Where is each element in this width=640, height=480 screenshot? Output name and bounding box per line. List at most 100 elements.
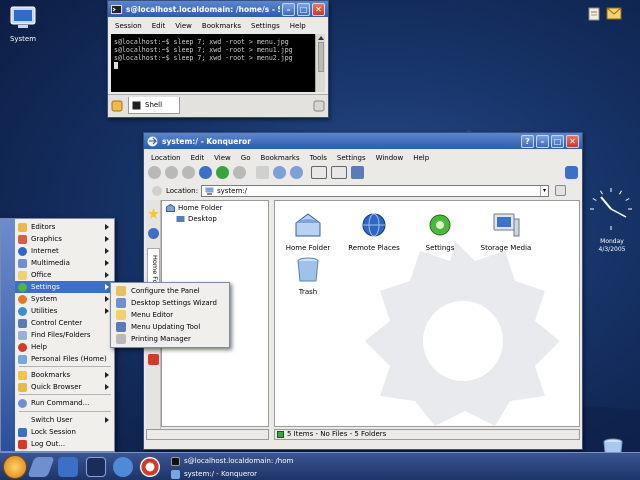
- item-trash[interactable]: Trash: [275, 255, 341, 296]
- submenu-item-menu-updating[interactable]: Menu Updating Tool: [113, 321, 228, 333]
- maximize-button[interactable]: □: [297, 2, 310, 16]
- utilities-icon: [18, 306, 27, 316]
- help-launcher-icon[interactable]: [140, 457, 160, 477]
- submenu-item-menu-editor[interactable]: Menu Editor: [113, 309, 228, 321]
- menu-edit[interactable]: Edit: [186, 154, 210, 162]
- kmenu-item-bookmarks[interactable]: Bookmarks: [15, 369, 115, 381]
- kde-start-menu[interactable]: Editors Graphics Internet Multimedia Off…: [0, 218, 115, 452]
- tab-shell[interactable]: Shell: [128, 97, 180, 114]
- kmail-icon[interactable]: [606, 5, 622, 21]
- item-remote-places[interactable]: Remote Places: [341, 211, 407, 252]
- konqueror-toolbar: [144, 162, 582, 182]
- terminal-launcher-icon[interactable]: [86, 457, 106, 477]
- kmenu-item-personal-files[interactable]: Personal Files (Home): [15, 353, 115, 365]
- minimize-button[interactable]: –: [282, 2, 295, 16]
- kmenu-item-internet[interactable]: Internet: [15, 245, 115, 257]
- menu-go[interactable]: Go: [236, 154, 256, 162]
- item-home-folder[interactable]: Home Folder: [275, 211, 341, 252]
- image-view-icon[interactable]: [351, 165, 364, 179]
- desktop-icon-system[interactable]: System: [0, 5, 46, 43]
- kmenu-item-system[interactable]: System: [15, 293, 115, 305]
- network-sidebar-icon[interactable]: [148, 354, 159, 365]
- kmenu-item-switch-user[interactable]: Switch User: [15, 414, 115, 426]
- kmenu-item-lock-session[interactable]: Lock Session: [15, 426, 115, 438]
- reload-icon[interactable]: [216, 165, 229, 179]
- clear-location-icon[interactable]: [152, 185, 162, 196]
- kmenu-item-settings[interactable]: Settings: [15, 281, 115, 293]
- kmenu-item-utilities[interactable]: Utilities: [15, 305, 115, 317]
- new-session-icon[interactable]: [111, 100, 123, 112]
- close-button[interactable]: ✕: [312, 2, 325, 16]
- show-desktop-icon[interactable]: [27, 457, 55, 477]
- konqueror-titlebar[interactable]: system:/ - Konqueror ? – □ ✕: [144, 133, 582, 149]
- menu-tools[interactable]: Tools: [305, 154, 332, 162]
- file-view[interactable]: Home Folder Remote Places Settings Stora…: [274, 200, 580, 427]
- konqueror-launcher-icon[interactable]: [58, 457, 78, 477]
- help-button[interactable]: ?: [521, 134, 534, 148]
- print-icon[interactable]: [256, 165, 269, 179]
- forward-icon[interactable]: [165, 165, 178, 179]
- close-session-icon[interactable]: [313, 100, 325, 112]
- home-icon[interactable]: [199, 165, 212, 179]
- terminal-scrollbar[interactable]: [315, 34, 325, 92]
- kmenu-item-control-center[interactable]: Control Center: [15, 317, 115, 329]
- kmenu-item-help[interactable]: Help: [15, 341, 115, 353]
- item-settings[interactable]: Settings: [407, 211, 473, 252]
- taskbar-item-konqueror[interactable]: system:/ - Konqueror: [171, 468, 301, 480]
- menu-settings[interactable]: Settings: [246, 22, 285, 30]
- menu-window[interactable]: Window: [371, 154, 409, 162]
- submenu-item-printing-manager[interactable]: Printing Manager: [113, 333, 228, 345]
- close-button[interactable]: ✕: [566, 134, 579, 148]
- item-storage-media[interactable]: Storage Media: [473, 211, 539, 252]
- menu-view[interactable]: View: [170, 22, 197, 30]
- kmenu-item-office[interactable]: Office: [15, 269, 115, 281]
- submenu-item-configure-panel[interactable]: Configure the Panel: [113, 285, 228, 297]
- computer-icon: [493, 213, 520, 237]
- menu-settings[interactable]: Settings: [332, 154, 371, 162]
- zoom-in-icon[interactable]: [273, 165, 286, 179]
- bookmarks-icon: [18, 370, 27, 380]
- menu-bookmarks[interactable]: Bookmarks: [197, 22, 246, 30]
- settings-launcher-icon[interactable]: [113, 457, 133, 477]
- graphics-icon: [18, 234, 27, 244]
- kmenu-item-log-out[interactable]: Log Out...: [15, 438, 115, 450]
- taskbar-item-shell[interactable]: s@localhost.localdomain: /hom: [171, 455, 301, 467]
- submenu-item-desktop-wizard[interactable]: Desktop Settings Wizard: [113, 297, 228, 309]
- kmenu-item-editors[interactable]: Editors: [15, 221, 115, 233]
- go-icon[interactable]: [554, 185, 566, 196]
- detail-view-icon[interactable]: [331, 165, 347, 179]
- menu-help[interactable]: Help: [285, 22, 311, 30]
- settings-submenu[interactable]: Configure the Panel Desktop Settings Wiz…: [110, 282, 230, 348]
- shell-window[interactable]: s@localhost.localdomain: /home/s - Shell…: [107, 0, 329, 118]
- tree-item-desktop[interactable]: Desktop: [176, 215, 217, 223]
- status-text: 5 Items - No Files - 5 Folders: [287, 430, 387, 438]
- zoom-out-icon[interactable]: [290, 165, 303, 179]
- maximize-button[interactable]: □: [551, 134, 564, 148]
- up-icon[interactable]: [182, 165, 195, 179]
- history-sidebar-icon[interactable]: [148, 228, 159, 239]
- location-dropdown-icon[interactable]: ▾: [539, 185, 548, 196]
- menu-session[interactable]: Session: [110, 22, 147, 30]
- shell-titlebar[interactable]: s@localhost.localdomain: /home/s - Shell…: [108, 1, 328, 17]
- kmenu-item-find-files[interactable]: Find Files/Folders: [15, 329, 115, 341]
- minimize-button[interactable]: –: [536, 134, 549, 148]
- menu-edit[interactable]: Edit: [147, 22, 171, 30]
- kmenu-item-graphics[interactable]: Graphics: [15, 233, 115, 245]
- kmenu-item-quick-browser[interactable]: Quick Browser: [15, 381, 115, 393]
- tree-item-home-folder[interactable]: Home Folder: [166, 204, 223, 212]
- stop-icon[interactable]: [233, 165, 246, 179]
- bookmarks-sidebar-icon[interactable]: [148, 208, 159, 219]
- kmenu-button-icon[interactable]: [3, 455, 27, 479]
- kde-panel: s@localhost.localdomain: /hom system:/ -…: [0, 452, 640, 480]
- location-input[interactable]: system:/ ▾: [200, 184, 549, 197]
- menu-view[interactable]: View: [209, 154, 236, 162]
- menu-bookmarks[interactable]: Bookmarks: [256, 154, 305, 162]
- menu-location[interactable]: Location: [146, 154, 186, 162]
- icon-view-icon[interactable]: [311, 165, 327, 179]
- terminal-output[interactable]: s@localhost:~$ sleep 7; xwd -root > menu…: [111, 34, 325, 92]
- back-icon[interactable]: [148, 165, 161, 179]
- note-icon[interactable]: [588, 7, 600, 21]
- kmenu-item-multimedia[interactable]: Multimedia: [15, 257, 115, 269]
- menu-help[interactable]: Help: [408, 154, 434, 162]
- kmenu-item-run-command[interactable]: Run Command...: [15, 397, 115, 409]
